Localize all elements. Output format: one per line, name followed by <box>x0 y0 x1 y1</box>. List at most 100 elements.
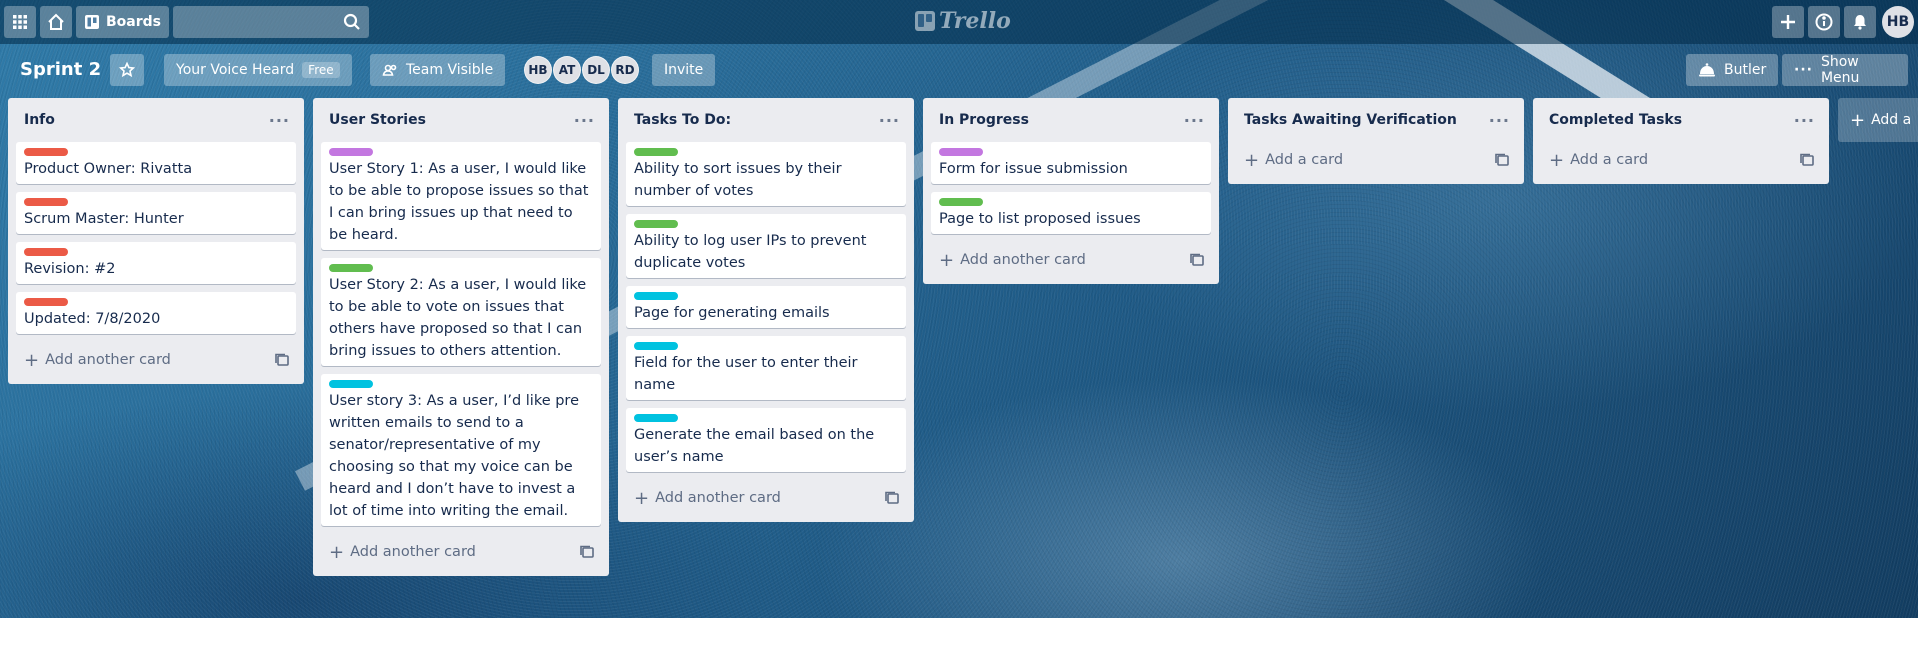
card-label-green[interactable] <box>634 220 678 228</box>
add-card-button[interactable]: + Add another card <box>939 250 1086 271</box>
card-template-icon[interactable] <box>884 490 900 506</box>
card-label-green[interactable] <box>939 198 983 206</box>
plus-icon: + <box>1549 149 1565 171</box>
card-title: Field for the user to enter their name <box>634 355 858 393</box>
card-label-red[interactable] <box>24 198 68 206</box>
add-card-label: Add another card <box>350 544 476 560</box>
list-menu-icon[interactable]: ··· <box>574 111 595 130</box>
user-avatar[interactable]: HB <box>1882 6 1914 38</box>
boards-button[interactable]: Boards <box>76 6 169 38</box>
list-tasks-to-do: Tasks To Do: ··· Ability to sort issues … <box>618 98 914 522</box>
show-menu-label: Show Menu <box>1820 54 1860 86</box>
card[interactable]: Form for issue submission <box>931 142 1211 184</box>
card-label-purple[interactable] <box>939 148 983 156</box>
invite-button[interactable]: Invite <box>652 54 716 86</box>
list-header[interactable]: Completed Tasks ··· <box>1541 98 1821 142</box>
plus-icon: + <box>1850 109 1866 131</box>
card[interactable]: Page for generating emails <box>626 286 906 328</box>
card-title: Revision: #2 <box>24 261 116 277</box>
add-card-button[interactable]: + Add another card <box>24 350 171 371</box>
visibility-button[interactable]: Team Visible <box>370 54 506 86</box>
card[interactable]: Generate the email based on the user’s n… <box>626 408 906 472</box>
card-template-icon[interactable] <box>1799 152 1815 168</box>
add-card-button[interactable]: + Add another card <box>634 488 781 509</box>
card[interactable]: Field for the user to enter their name <box>626 336 906 400</box>
member-avatar[interactable]: DL <box>582 56 610 84</box>
boards-label: Boards <box>106 14 161 30</box>
add-card-label: Add a card <box>1570 152 1649 168</box>
member-avatar[interactable]: HB <box>524 56 552 84</box>
home-button[interactable] <box>40 6 72 38</box>
list-user-stories: User Stories ··· User Story 1: As a user… <box>313 98 609 576</box>
add-card-row: + Add another card <box>626 480 906 516</box>
add-card-button[interactable]: + Add a card <box>1549 150 1648 171</box>
list-menu-icon[interactable]: ··· <box>1794 111 1815 130</box>
card-template-icon[interactable] <box>274 352 290 368</box>
show-menu-button[interactable]: ··· Show Menu <box>1782 54 1908 86</box>
add-card-label: Add another card <box>45 352 171 368</box>
card-label-purple[interactable] <box>329 148 373 156</box>
card-label-sky[interactable] <box>634 414 678 422</box>
card[interactable]: Page to list proposed issues <box>931 192 1211 234</box>
trello-logo[interactable]: Trello <box>915 8 1011 34</box>
card[interactable]: Ability to sort issues by their number o… <box>626 142 906 206</box>
butler-button[interactable]: Butler <box>1686 54 1779 86</box>
list-header[interactable]: Info ··· <box>16 98 296 142</box>
butler-label: Butler <box>1724 62 1767 78</box>
card-label-sky[interactable] <box>634 342 678 350</box>
board-members: HB AT DL RD <box>524 56 640 84</box>
card-label-green[interactable] <box>329 264 373 272</box>
plus-icon <box>1781 15 1795 29</box>
add-card-button[interactable]: + Add a card <box>1244 150 1343 171</box>
list-title[interactable]: Info <box>24 112 55 128</box>
card-label-sky[interactable] <box>329 380 373 388</box>
card[interactable]: Product Owner: Rivatta <box>16 142 296 184</box>
bottom-strip <box>0 618 1918 648</box>
list-header[interactable]: User Stories ··· <box>321 98 601 142</box>
list-tasks-awaiting-verification: Tasks Awaiting Verification ··· + Add a … <box>1228 98 1524 184</box>
info-button[interactable] <box>1808 6 1840 38</box>
card-title: Product Owner: Rivatta <box>24 161 193 177</box>
card-template-icon[interactable] <box>1189 252 1205 268</box>
card-label-sky[interactable] <box>634 292 678 300</box>
card[interactable]: Scrum Master: Hunter <box>16 192 296 234</box>
notifications-button[interactable] <box>1844 6 1876 38</box>
card[interactable]: User story 3: As a user, I’d like pre wr… <box>321 374 601 526</box>
card[interactable]: Revision: #2 <box>16 242 296 284</box>
list-menu-icon[interactable]: ··· <box>879 111 900 130</box>
list-menu-icon[interactable]: ··· <box>1184 111 1205 130</box>
card[interactable]: Updated: 7/8/2020 <box>16 292 296 334</box>
card-template-icon[interactable] <box>579 544 595 560</box>
star-button[interactable] <box>110 54 144 86</box>
list-menu-icon[interactable]: ··· <box>1489 111 1510 130</box>
plus-icon: + <box>634 487 650 509</box>
team-button[interactable]: Your Voice Heard Free <box>164 54 352 86</box>
member-avatar[interactable]: RD <box>611 56 639 84</box>
card[interactable]: User Story 1: As a user, I would like to… <box>321 142 601 250</box>
list-header[interactable]: Tasks Awaiting Verification ··· <box>1236 98 1516 142</box>
list-menu-icon[interactable]: ··· <box>269 111 290 130</box>
add-list-label: Add a <box>1871 112 1912 128</box>
board-title[interactable]: Sprint 2 <box>20 59 101 80</box>
member-avatar[interactable]: AT <box>553 56 581 84</box>
card-label-red[interactable] <box>24 248 68 256</box>
list-header[interactable]: In Progress ··· <box>931 98 1211 142</box>
card-label-red[interactable] <box>24 148 68 156</box>
list-title[interactable]: Tasks To Do: <box>634 112 731 128</box>
logo-text: Trello <box>939 8 1011 34</box>
list-title[interactable]: In Progress <box>939 112 1029 128</box>
card[interactable]: Ability to log user IPs to prevent dupli… <box>626 214 906 278</box>
list-title[interactable]: Completed Tasks <box>1549 112 1682 128</box>
create-button[interactable] <box>1772 6 1804 38</box>
card-template-icon[interactable] <box>1494 152 1510 168</box>
card[interactable]: User Story 2: As a user, I would like to… <box>321 258 601 366</box>
card-label-green[interactable] <box>634 148 678 156</box>
search-input[interactable] <box>173 6 369 38</box>
list-header[interactable]: Tasks To Do: ··· <box>626 98 906 142</box>
add-card-button[interactable]: + Add another card <box>329 542 476 563</box>
add-list-button[interactable]: + Add a <box>1838 98 1918 142</box>
list-title[interactable]: User Stories <box>329 112 426 128</box>
list-title[interactable]: Tasks Awaiting Verification <box>1244 112 1457 128</box>
card-label-red[interactable] <box>24 298 68 306</box>
apps-button[interactable] <box>4 6 36 38</box>
